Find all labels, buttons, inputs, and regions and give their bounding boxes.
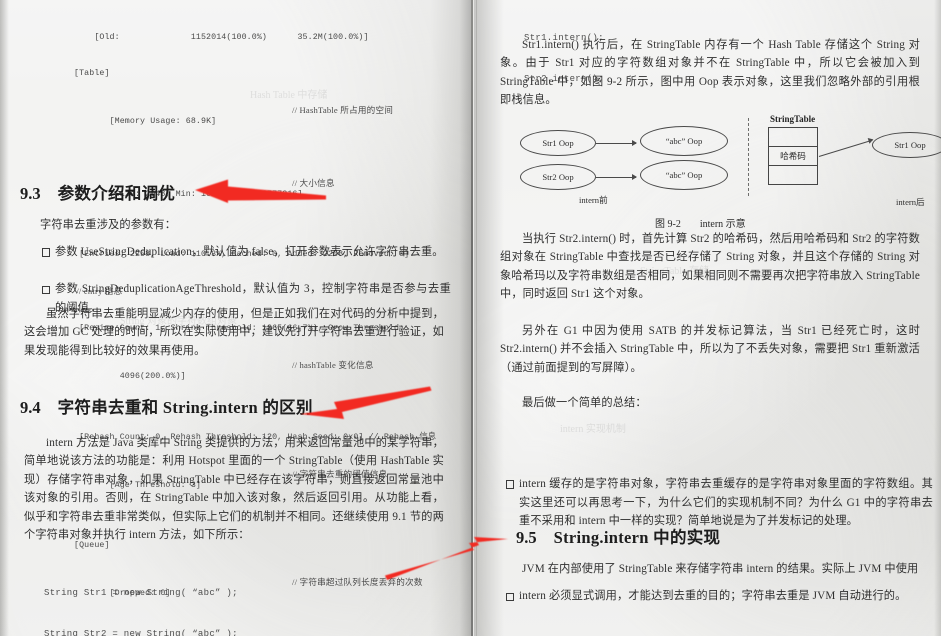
page-spine-divider-secondary bbox=[476, 0, 477, 636]
left-page-edge-shadow bbox=[0, 0, 9, 636]
right-paragraph-1: Str1.intern() 执行后，在 StringTable 内存有一个 Ha… bbox=[500, 39, 920, 107]
right-page-edge-shadow bbox=[934, 0, 941, 636]
heading-section-9-3: 9.3 参数介绍和调优 bbox=[20, 180, 175, 204]
figure-9-2: Str1 Oop “abc” Oop Str2 Oop “abc” Oop in… bbox=[486, 114, 941, 213]
figure-hash-cell: 哈希码 bbox=[768, 146, 818, 166]
right-paragraph-3: 另外在 G1 中因为使用 SATB 的并发标记算法，当 Str1 已经死亡时，这… bbox=[500, 325, 920, 374]
section-9-3-intro: 字符串去重涉及的参数有： bbox=[40, 219, 177, 231]
figure-dashed-divider bbox=[748, 118, 749, 196]
node-abc-oop-before-2: “abc” Oop bbox=[640, 160, 728, 190]
bullet-square-icon bbox=[506, 480, 515, 489]
code-line: String Str1 = new String( “abc” ); bbox=[44, 588, 238, 599]
figure-stringtable-title: StringTable bbox=[770, 114, 816, 124]
section-title: String.intern 中的实现 bbox=[553, 528, 721, 547]
section-title: 字符串去重和 String.intern 的区别 bbox=[57, 398, 313, 417]
heading-section-9-4: 9.4 字符串去重和 String.intern 的区别 bbox=[20, 394, 313, 418]
right-paragraph-2: 当执行 Str2.intern() 时，首先计算 Str2 的哈希码，然后用哈希… bbox=[500, 233, 920, 301]
code-line: 4096(200.0%)] bbox=[104, 372, 186, 382]
figure-label-before: intern前 bbox=[579, 195, 608, 205]
list-item-use-string-deduplication: 参数 UseStringDeduplication，默认值为 false，打开参… bbox=[42, 243, 451, 261]
code-comment: // 字符串超过队列长度丢弃的次数 bbox=[292, 577, 423, 588]
node-str2-oop-before: Str2 Oop bbox=[520, 164, 596, 190]
bullet-square-icon bbox=[42, 248, 51, 257]
section-number: 9.5 bbox=[516, 528, 537, 547]
summary-list-item-intern-cache: intern 缓存的是字符串对象，字符串去重缓存的是字符串对象里面的字符数组。其… bbox=[506, 475, 933, 530]
bullet-square-icon bbox=[506, 592, 515, 602]
figure-arrow-hash-to-str1 bbox=[818, 139, 873, 158]
section-9-3-paragraph: 虽然字符串去重能明显减少内存的使用，但是正如我们在对代码的分析中提到，这会增加 … bbox=[24, 308, 444, 357]
section-number: 9.4 bbox=[20, 398, 41, 417]
section-9-4-code-block: String Str1 = new String( “abc” ); Strin… bbox=[44, 560, 238, 636]
bullet-square-icon bbox=[42, 285, 51, 294]
section-number: 9.3 bbox=[20, 184, 41, 203]
code-comment: // hashTable 变化信息 bbox=[292, 360, 374, 371]
section-title: 参数介绍和调优 bbox=[57, 184, 176, 203]
figure-caption-text: intern 示意 bbox=[699, 219, 746, 230]
figure-9-2-caption: 图 9-2 intern 示意 bbox=[655, 215, 746, 230]
code-line: [Table] bbox=[74, 69, 110, 79]
node-str1-oop-before: Str1 Oop bbox=[520, 130, 596, 156]
summary-list-item-intern-explicit: intern 必须显式调用，才能达到去重的目的；字符串去重是 JVM 自动进行的… bbox=[506, 587, 933, 605]
heading-section-9-5: 9.5 String.intern 中的实现 bbox=[516, 524, 720, 548]
section-9-4-paragraph: intern 方法是 Java 类库中 String 类提供的方法，用来返回常量… bbox=[24, 437, 444, 542]
code-comment: // HashTable 所占用的空间 bbox=[292, 105, 394, 116]
book-spread-screenshot: Hash Table 中存储 String 对象的字符数组对象 StringTa… bbox=[0, 0, 941, 636]
section-9-5-paragraph: JVM 在内部使用了 StringTable 来存储字符串 intern 的结果… bbox=[522, 563, 919, 575]
figure-arrow-str1-to-abc bbox=[596, 140, 637, 147]
figure-label-after: intern后 bbox=[896, 197, 925, 207]
code-line: [Memory Usage: 68.9K] bbox=[104, 117, 217, 127]
node-abc-oop-before-1: “abc” Oop bbox=[640, 126, 728, 156]
figure-caption-number: 图 9-2 bbox=[655, 219, 681, 230]
code-comment: // 大小信息 bbox=[292, 177, 335, 188]
list-item-label: intern 必须显式调用，才能达到去重的目的；字符串去重是 JVM 自动进行的… bbox=[519, 590, 907, 603]
page-spine-divider bbox=[471, 0, 474, 636]
code-line: [Old: 1152014(100.0%) 35.2M(100.0%)] bbox=[74, 33, 369, 43]
code-line: String Str2 = new String( “abc” ); bbox=[44, 628, 238, 636]
list-item-label: 参数 UseStringDeduplication，默认值为 false，打开参… bbox=[55, 246, 444, 258]
list-item-label: intern 缓存的是字符串对象，字符串去重缓存的是字符串对象里面的字符数组。其… bbox=[519, 478, 933, 528]
figure-arrow-str2-to-abc bbox=[596, 174, 637, 181]
summary-lead-text: 最后做一个简单的总结： bbox=[522, 397, 647, 409]
node-str1-oop-after: Str1 Oop bbox=[872, 132, 941, 158]
